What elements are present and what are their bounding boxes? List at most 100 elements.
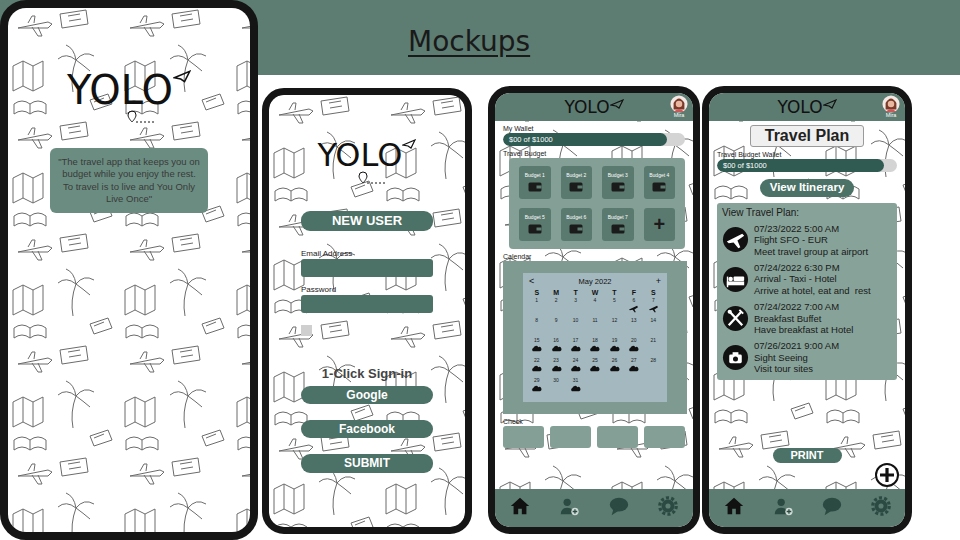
calendar-day[interactable]: 11: [585, 318, 604, 336]
print-button[interactable]: PRINT: [773, 448, 842, 463]
day-number: 5: [613, 298, 616, 304]
weekday-label: T: [566, 289, 585, 296]
day-number: 1: [535, 298, 538, 304]
user-avatar[interactable]: Mira: [670, 95, 688, 119]
travel-plan-panel: View Travel Plan:07/23/2022 5:00 AMFligh…: [717, 203, 897, 381]
camera-icon: [722, 344, 749, 371]
budget-tile[interactable]: Budget 7: [602, 208, 634, 241]
checklist-tile[interactable]: [644, 426, 685, 448]
plan-entry[interactable]: 07/23/2022 5:00 AMFlight SFO - EURMeet t…: [722, 223, 892, 257]
plan-entry[interactable]: 07/24/2022 6:30 PMArrival - Taxi - Hotel…: [722, 262, 892, 296]
day-number: 20: [631, 338, 637, 344]
pin-icon: [127, 110, 157, 124]
cloud-icon: [609, 364, 620, 373]
calendar-day[interactable]: 14: [644, 318, 663, 336]
budget-tile[interactable]: Budget 6: [561, 208, 593, 241]
logo: YOLO: [777, 99, 836, 116]
provider-button[interactable]: Google: [301, 386, 433, 404]
calendar-day[interactable]: 31: [566, 378, 585, 396]
day-number: 4: [594, 298, 597, 304]
day-number: 7: [652, 298, 655, 304]
view-itinerary-button[interactable]: View Itinerary: [760, 179, 855, 197]
calendar-label: Calendar: [503, 253, 685, 260]
nav-item[interactable]: [558, 495, 580, 521]
provider-button[interactable]: Facebook: [301, 420, 433, 438]
logo-text: YOLO: [777, 99, 822, 116]
calendar-day[interactable]: 29: [527, 378, 546, 396]
budget-label: Travel Budget: [503, 150, 685, 157]
entry-note: Arrive at hotel, eat and rest: [754, 285, 871, 296]
calendar-day[interactable]: 28: [644, 358, 663, 376]
nav-item[interactable]: [821, 495, 843, 521]
plan-entry[interactable]: 07/26/2021 9:00 AMSight SeeingVisit tour…: [722, 340, 892, 374]
budget-tile[interactable]: Budget 5: [519, 208, 551, 241]
calendar-day[interactable]: 16: [546, 338, 565, 356]
calendar-day[interactable]: 24: [566, 358, 585, 376]
calendar-day[interactable]: 5: [605, 298, 624, 316]
checklist-tile[interactable]: [550, 426, 591, 448]
calendar-day[interactable]: 8: [527, 318, 546, 336]
calendar-day[interactable]: 3: [566, 298, 585, 316]
text-input[interactable]: [301, 295, 433, 313]
logo: YOLO: [564, 99, 623, 116]
calendar-day[interactable]: 6: [624, 298, 643, 316]
user-avatar[interactable]: Mira: [882, 95, 900, 119]
weekday-label: T: [605, 289, 624, 296]
calendar-day[interactable]: 22: [527, 358, 546, 376]
prev-month-button[interactable]: <: [529, 276, 534, 286]
calendar-day[interactable]: 7: [644, 298, 663, 316]
plan-entry[interactable]: 07/24/2022 7:00 AMBreakfast BuffetHave b…: [722, 301, 892, 335]
day-number: 12: [612, 318, 618, 324]
checklist-tile[interactable]: [503, 426, 544, 448]
new-user-button[interactable]: NEW USER: [301, 211, 433, 231]
submit-button[interactable]: SUBMIT: [301, 454, 433, 472]
nav-item[interactable]: [723, 495, 745, 521]
calendar-day[interactable]: 21: [644, 338, 663, 356]
calendar-day[interactable]: 26: [605, 358, 624, 376]
calendar-day[interactable]: 27: [624, 358, 643, 376]
calendar-day[interactable]: 12: [605, 318, 624, 336]
calendar-day[interactable]: 20: [624, 338, 643, 356]
add-budget-button[interactable]: +: [644, 208, 676, 241]
text-input[interactable]: [301, 259, 433, 277]
nav-item[interactable]: [657, 495, 679, 521]
checklist-label: Check: [503, 418, 685, 425]
nav-item[interactable]: [509, 495, 531, 521]
field-label: Email Address: [301, 249, 433, 258]
remember-checkbox[interactable]: [301, 325, 312, 336]
cloud-icon: [589, 364, 600, 373]
cloud-icon: [589, 344, 600, 353]
nav-item[interactable]: [772, 495, 794, 521]
empty-mark: [648, 344, 659, 353]
fork-knife-icon: [722, 305, 749, 332]
checklist-tile[interactable]: [597, 426, 638, 448]
budget-tile[interactable]: Budget 1: [519, 166, 551, 199]
calendar-day[interactable]: 30: [546, 378, 565, 396]
day-number: 25: [592, 358, 598, 364]
calendar-day[interactable]: 1: [527, 298, 546, 316]
calendar-day[interactable]: 18: [585, 338, 604, 356]
calendar-day[interactable]: 4: [585, 298, 604, 316]
calendar-day[interactable]: 13: [624, 318, 643, 336]
calendar-day[interactable]: 15: [527, 338, 546, 356]
calendar-day[interactable]: 17: [566, 338, 585, 356]
calendar-day[interactable]: 2: [546, 298, 565, 316]
add-event-button[interactable]: +: [656, 276, 661, 286]
calendar-day[interactable]: 23: [546, 358, 565, 376]
budget-tile[interactable]: Budget 2: [561, 166, 593, 199]
budget-tile[interactable]: Budget 3: [602, 166, 634, 199]
day-number: 29: [534, 378, 540, 384]
cloud-icon: [570, 384, 581, 393]
calendar-day[interactable]: 19: [605, 338, 624, 356]
nav-item[interactable]: [608, 495, 630, 521]
calendar-day[interactable]: 9: [546, 318, 565, 336]
tile-label: Budget 2: [566, 173, 586, 178]
budget-tile[interactable]: Budget 4: [644, 166, 676, 199]
calendar-day[interactable]: 10: [566, 318, 585, 336]
chat-icon: [821, 495, 843, 517]
calendar-day[interactable]: 25: [585, 358, 604, 376]
wallet-icon: [611, 223, 625, 234]
add-circle-icon[interactable]: [875, 463, 899, 487]
travel-plan-screen: YOLOMiraTravel PlanTravel Budget Wallet$…: [709, 93, 905, 527]
nav-item[interactable]: [870, 495, 892, 521]
